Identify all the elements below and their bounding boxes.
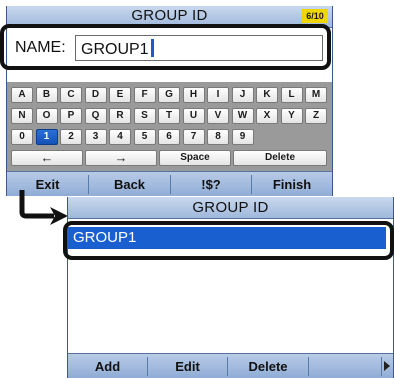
key-5[interactable]: 5 [133,129,156,145]
key-e[interactable]: E [109,87,131,103]
key-o[interactable]: O [35,108,58,124]
key-1[interactable]: 1 [35,129,58,145]
key-q[interactable]: Q [84,108,107,124]
key-l[interactable]: L [280,87,303,103]
title-bar: GROUP ID [68,197,393,219]
key-k[interactable]: K [256,87,278,103]
key-j[interactable]: J [231,87,254,103]
edit-button[interactable]: Edit [148,354,227,378]
key-9[interactable]: 9 [231,129,254,145]
softkey-divider [308,357,309,376]
screen-title: GROUP ID [131,7,208,24]
key-u[interactable]: U [182,108,205,124]
key-3[interactable]: 3 [84,129,107,145]
key-2[interactable]: 2 [60,129,82,145]
name-field-highlight-frame [0,24,331,70]
key-a[interactable]: A [11,87,33,103]
key-f[interactable]: F [133,87,156,103]
key-c[interactable]: C [60,87,82,103]
key-y[interactable]: Y [280,108,303,124]
key-p[interactable]: P [60,108,82,124]
add-button[interactable]: Add [68,354,147,378]
key-r[interactable]: R [109,108,131,124]
space-key[interactable]: Space [159,150,231,166]
key-v[interactable]: V [207,108,229,124]
cursor-right-key[interactable]: → [85,150,157,166]
list-item-highlight-frame [63,221,394,260]
key-x[interactable]: X [256,108,278,124]
symbols-button[interactable]: !$? [171,172,251,196]
key-d[interactable]: D [84,87,107,103]
key-z[interactable]: Z [305,108,327,124]
key-6[interactable]: 6 [158,129,180,145]
key-t[interactable]: T [158,108,180,124]
key-7[interactable]: 7 [182,129,205,145]
back-button[interactable]: Back [89,172,170,196]
page-indicator: 6/10 [302,9,328,23]
key-0[interactable]: 0 [11,129,33,145]
softkey-divider [381,357,382,376]
delete-key[interactable]: Delete [233,150,327,166]
key-s[interactable]: S [133,108,156,124]
more-right-arrow-icon[interactable] [384,361,390,371]
finish-button[interactable]: Finish [252,172,332,196]
screen-title: GROUP ID [192,199,269,216]
character-keyboard: A B C D E F G H I J K L M N O P Q R S T U V W X Y Z 0 1 2 3 4 5 6 7 8 9 ← → Sp… [7,82,332,172]
delete-button[interactable]: Delete [228,354,308,378]
key-m[interactable]: M [305,87,327,103]
key-4[interactable]: 4 [109,129,131,145]
key-g[interactable]: G [158,87,180,103]
cursor-left-key[interactable]: ← [11,150,83,166]
key-h[interactable]: H [182,87,205,103]
key-w[interactable]: W [231,108,254,124]
transition-arrow-icon [19,190,68,225]
key-b[interactable]: B [35,87,58,103]
key-8[interactable]: 8 [207,129,229,145]
key-i[interactable]: I [207,87,229,103]
softkey-bar: Add Edit Delete [68,353,393,378]
key-n[interactable]: N [11,108,33,124]
